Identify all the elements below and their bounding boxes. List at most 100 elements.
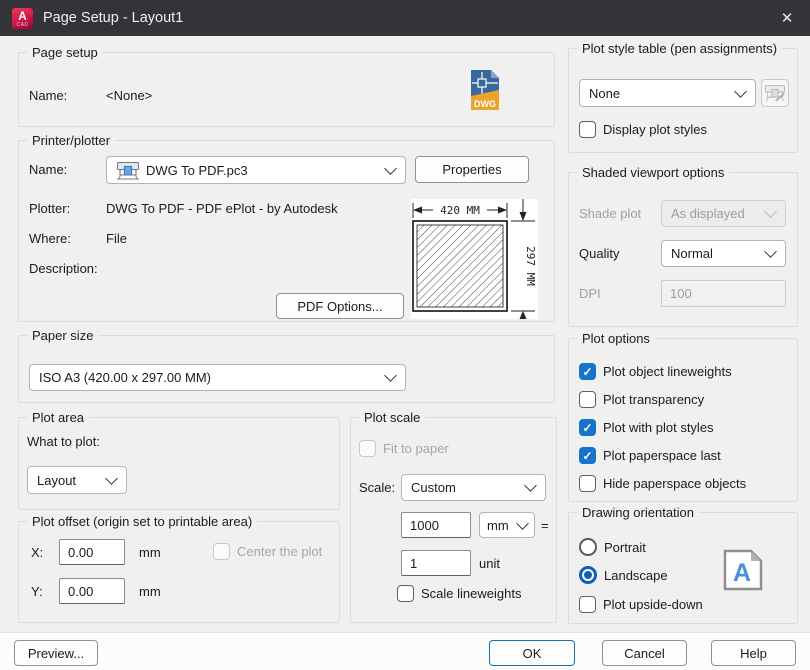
- plot-style-table-legend: Plot style table (pen assignments): [577, 40, 782, 57]
- checkbox-icon: [579, 121, 596, 138]
- plot-style-select[interactable]: None: [579, 79, 756, 107]
- checkbox-icon: [579, 596, 596, 613]
- chevron-down-icon: [764, 205, 777, 218]
- plot-offset-y-input[interactable]: [59, 578, 125, 604]
- paper-units-select[interactable]: mm: [479, 512, 535, 538]
- plot-scale-group: Plot scale Fit to paper Scale: Custom mm…: [350, 417, 557, 623]
- plot-offset-x-input[interactable]: [59, 539, 125, 565]
- plot-transparency-checkbox[interactable]: Plot transparency: [579, 391, 704, 408]
- portrait-radio[interactable]: Portrait: [579, 538, 646, 556]
- plot-offset-y-label: Y:: [31, 584, 43, 600]
- hide-paperspace-objects-checkbox[interactable]: Hide paperspace objects: [579, 475, 746, 492]
- cancel-button-label: Cancel: [624, 646, 664, 661]
- shade-plot-label: Shade plot: [579, 206, 641, 222]
- plot-area-legend: Plot area: [27, 409, 89, 426]
- plot-offset-x-unit: mm: [139, 545, 161, 561]
- plot-style-table-group: Plot style table (pen assignments) None …: [568, 48, 798, 153]
- page-setup-group: Page setup Name: <None> DWG: [18, 52, 555, 127]
- where-label: Where:: [29, 231, 71, 247]
- plot-with-plot-styles-checkbox[interactable]: Plot with plot styles: [579, 419, 714, 436]
- plotter-label: Plotter:: [29, 201, 70, 217]
- cancel-button[interactable]: Cancel: [602, 640, 687, 666]
- drawing-units-label: unit: [479, 556, 500, 572]
- plot-paperspace-last-checkbox[interactable]: Plot paperspace last: [579, 447, 721, 464]
- quality-select[interactable]: Normal: [661, 240, 786, 267]
- center-the-plot-checkbox[interactable]: Center the plot: [213, 543, 322, 560]
- display-plot-styles-checkbox[interactable]: Display plot styles: [579, 121, 707, 138]
- plot-paperspace-last-label: Plot paperspace last: [603, 448, 721, 463]
- printer-plotter-legend: Printer/plotter: [27, 132, 115, 149]
- preview-height-dim: 297 MM: [524, 246, 537, 286]
- printer-plotter-group: Printer/plotter Name: DWG To PDF.pc3 Pro…: [18, 140, 555, 322]
- help-button[interactable]: Help: [711, 640, 796, 666]
- close-button[interactable]: ✕: [764, 0, 810, 36]
- scale-select[interactable]: Custom: [401, 474, 546, 501]
- paper-size-group: Paper size ISO A3 (420.00 x 297.00 MM): [18, 335, 555, 403]
- landscape-radio[interactable]: Landscape: [579, 566, 668, 584]
- window-title: Page Setup - Layout1: [43, 10, 764, 26]
- printer-name-value: DWG To PDF.pc3: [146, 163, 248, 178]
- plot-upside-down-checkbox[interactable]: Plot upside-down: [579, 596, 703, 613]
- orientation-letter: A: [733, 559, 751, 587]
- page-setup-name-value: <None>: [106, 88, 152, 104]
- plot-upside-down-label: Plot upside-down: [603, 597, 703, 612]
- checkbox-icon: [213, 543, 230, 560]
- preview-width-dim: 420 MM: [440, 204, 480, 217]
- plot-style-value: None: [589, 86, 620, 101]
- plotter-icon: [116, 161, 140, 180]
- drawing-units-input[interactable]: [401, 550, 471, 576]
- checkbox-icon: [579, 447, 596, 464]
- autocad-sub-label: CAD: [12, 22, 33, 28]
- portrait-label: Portrait: [604, 540, 646, 555]
- where-value: File: [106, 231, 127, 247]
- plot-with-plot-styles-label: Plot with plot styles: [603, 420, 714, 435]
- what-to-plot-label: What to plot:: [27, 434, 100, 450]
- close-icon: ✕: [781, 9, 794, 27]
- paper-size-preview: 420 MM 297 MM: [411, 199, 538, 319]
- what-to-plot-value: Layout: [37, 473, 76, 488]
- paper-units-input[interactable]: [401, 512, 471, 538]
- edit-plot-style-button[interactable]: [761, 79, 789, 107]
- scale-lineweights-label: Scale lineweights: [421, 586, 521, 601]
- footer-bar: Preview... OK Cancel Help: [0, 632, 810, 670]
- checkbox-icon: [579, 419, 596, 436]
- drawing-orientation-legend: Drawing orientation: [577, 504, 699, 521]
- quality-label: Quality: [579, 246, 619, 262]
- what-to-plot-select[interactable]: Layout: [27, 466, 127, 494]
- plot-offset-y-unit: mm: [139, 584, 161, 600]
- preview-button[interactable]: Preview...: [14, 640, 98, 666]
- chevron-down-icon: [764, 245, 777, 258]
- scale-lineweights-checkbox[interactable]: Scale lineweights: [397, 585, 521, 602]
- dwg-badge-label: DWG: [474, 99, 496, 109]
- drawing-orientation-group: Drawing orientation Portrait Landscape P…: [568, 512, 798, 624]
- fit-to-paper-checkbox[interactable]: Fit to paper: [359, 440, 449, 457]
- paper-units-value: mm: [487, 518, 509, 533]
- page-setup-dialog: A CAD Page Setup - Layout1 ✕ Page setup …: [0, 0, 810, 670]
- scale-label: Scale:: [359, 480, 395, 496]
- pdf-options-button[interactable]: PDF Options...: [276, 293, 404, 319]
- help-button-label: Help: [740, 646, 767, 661]
- dpi-input: [661, 280, 786, 307]
- display-plot-styles-label: Display plot styles: [603, 122, 707, 137]
- preview-button-label: Preview...: [28, 646, 84, 661]
- shade-plot-value: As displayed: [671, 206, 745, 221]
- paper-size-select[interactable]: ISO A3 (420.00 x 297.00 MM): [29, 364, 406, 391]
- autocad-app-icon: A CAD: [12, 8, 33, 29]
- printer-name-select[interactable]: DWG To PDF.pc3: [106, 156, 406, 184]
- paper-size-value: ISO A3 (420.00 x 297.00 MM): [39, 370, 211, 385]
- quality-value: Normal: [671, 246, 713, 261]
- ok-button[interactable]: OK: [489, 640, 575, 666]
- plot-offset-x-label: X:: [31, 545, 43, 561]
- chevron-down-icon: [516, 517, 529, 530]
- page-setup-legend: Page setup: [27, 44, 103, 61]
- dpi-label: DPI: [579, 286, 601, 302]
- hide-paperspace-objects-label: Hide paperspace objects: [603, 476, 746, 491]
- checkbox-icon: [579, 363, 596, 380]
- shade-plot-select: As displayed: [661, 200, 786, 227]
- printer-name-label: Name:: [29, 162, 67, 178]
- chevron-down-icon: [384, 162, 397, 175]
- properties-button[interactable]: Properties: [415, 156, 529, 183]
- plot-object-lineweights-checkbox[interactable]: Plot object lineweights: [579, 363, 732, 380]
- properties-button-label: Properties: [442, 162, 501, 177]
- shaded-viewport-group: Shaded viewport options Shade plot As di…: [568, 172, 798, 327]
